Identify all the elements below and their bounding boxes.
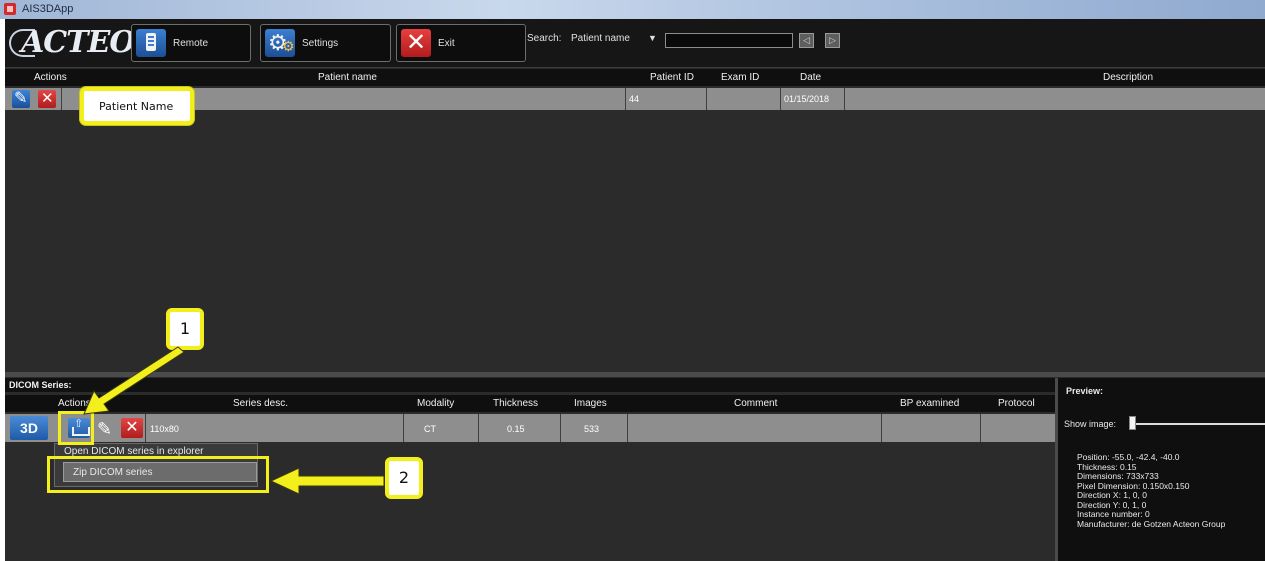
app-icon <box>4 3 16 15</box>
patient-id-cell: 44 <box>629 94 640 104</box>
delete-patient-icon[interactable] <box>38 89 56 108</box>
cell-divider <box>478 414 479 442</box>
col-actions[interactable]: Actions <box>58 398 91 409</box>
patient-table-header: Actions Patient name Patient ID Exam ID … <box>5 69 1265 86</box>
cell-divider <box>780 88 781 110</box>
gear-icon <box>265 29 295 57</box>
col-series-desc[interactable]: Series desc. <box>233 398 288 409</box>
thickness-cell: 0.15 <box>507 424 525 434</box>
cell-divider <box>560 414 561 442</box>
col-bp-examined[interactable]: BP examined <box>900 398 959 409</box>
col-description[interactable]: Description <box>1103 72 1153 83</box>
edit-series-icon[interactable]: ✎ <box>97 420 112 438</box>
chevron-down-icon: ▼ <box>648 33 657 43</box>
col-protocol[interactable]: Protocol <box>998 398 1035 409</box>
modality-cell: CT <box>424 424 436 434</box>
col-actions[interactable]: Actions <box>34 72 67 83</box>
patient-name-callout: Patient Name <box>80 87 194 125</box>
chevron-right-icon: ▷ <box>829 35 836 45</box>
table-row[interactable]: 44 01/15/2018 <box>5 88 1265 110</box>
settings-button[interactable]: Settings <box>260 24 391 62</box>
acteon-logo: ACTEON <box>9 25 162 60</box>
images-cell: 533 <box>584 424 600 434</box>
preview-panel: Preview: Show image: Position: -55.0, -4… <box>1055 378 1265 561</box>
edit-patient-icon[interactable] <box>12 88 30 108</box>
toolbar: ACTEON Remote Settings Exit <box>5 19 1265 68</box>
col-patient-id[interactable]: Patient ID <box>650 72 694 83</box>
remote-label: Remote <box>173 38 209 49</box>
cell-divider <box>627 414 628 442</box>
col-patient-name[interactable]: Patient name <box>318 72 377 83</box>
cell-divider <box>61 88 62 110</box>
cell-divider <box>706 88 707 110</box>
series-section-title: DICOM Series: <box>5 378 1055 392</box>
close-icon <box>401 29 431 57</box>
settings-label: Settings <box>302 38 339 49</box>
preview-title: Preview: <box>1066 386 1104 396</box>
splitter[interactable] <box>5 372 1265 377</box>
export-highlight <box>58 411 94 445</box>
search-field-value: Patient name <box>571 33 630 44</box>
chevron-left-icon: ◁ <box>803 35 810 45</box>
col-exam-id[interactable]: Exam ID <box>721 72 759 83</box>
search-field-select[interactable]: Patient name ▼ <box>571 33 657 44</box>
show-image-label: Show image: <box>1064 419 1117 429</box>
preview-info: Position: -55.0, -42.4, -40.0 Thickness:… <box>1077 452 1226 529</box>
app-window: AIS3DApp ACTEON Remote Settings Exit Sea… <box>0 0 1265 561</box>
exit-label: Exit <box>438 38 455 49</box>
series-row[interactable]: 3D ✎ ✕ 110x80 CT 0.15 533 <box>5 414 1055 442</box>
cell-divider <box>145 414 146 442</box>
previous-result-button[interactable]: ◁ <box>799 33 814 48</box>
cell-divider <box>881 414 882 442</box>
show-image-slider-thumb[interactable] <box>1129 416 1136 430</box>
next-result-button[interactable]: ▷ <box>825 33 840 48</box>
col-images[interactable]: Images <box>574 398 607 409</box>
col-date[interactable]: Date <box>800 72 821 83</box>
col-comment[interactable]: Comment <box>734 398 777 409</box>
col-modality[interactable]: Modality <box>417 398 454 409</box>
cell-divider <box>403 414 404 442</box>
step-2-callout: 2 <box>385 457 423 499</box>
step-1-callout: 1 <box>166 308 204 350</box>
search-input[interactable] <box>665 33 793 48</box>
zip-highlight <box>47 456 269 493</box>
info-manufacturer: Manufacturer: de Gotzen Acteon Group <box>1077 518 1226 529</box>
search-label: Search: <box>527 33 562 44</box>
window-titlebar: AIS3DApp <box>0 0 1265 19</box>
open-3d-button[interactable]: 3D <box>10 416 48 440</box>
date-cell: 01/15/2018 <box>784 94 830 104</box>
exit-button[interactable]: Exit <box>396 24 526 62</box>
cell-divider <box>625 88 626 110</box>
window-title: AIS3DApp <box>22 3 74 15</box>
cell-divider <box>980 414 981 442</box>
show-image-slider-track[interactable] <box>1132 423 1265 425</box>
col-thickness[interactable]: Thickness <box>493 398 538 409</box>
remote-icon <box>136 29 166 57</box>
series-table-header: Actions Series desc. Modality Thickness … <box>5 395 1055 412</box>
remote-button[interactable]: Remote <box>131 24 251 62</box>
delete-series-icon[interactable]: ✕ <box>121 418 143 438</box>
cell-divider <box>844 88 845 110</box>
series-desc-cell: 110x80 <box>150 424 179 434</box>
